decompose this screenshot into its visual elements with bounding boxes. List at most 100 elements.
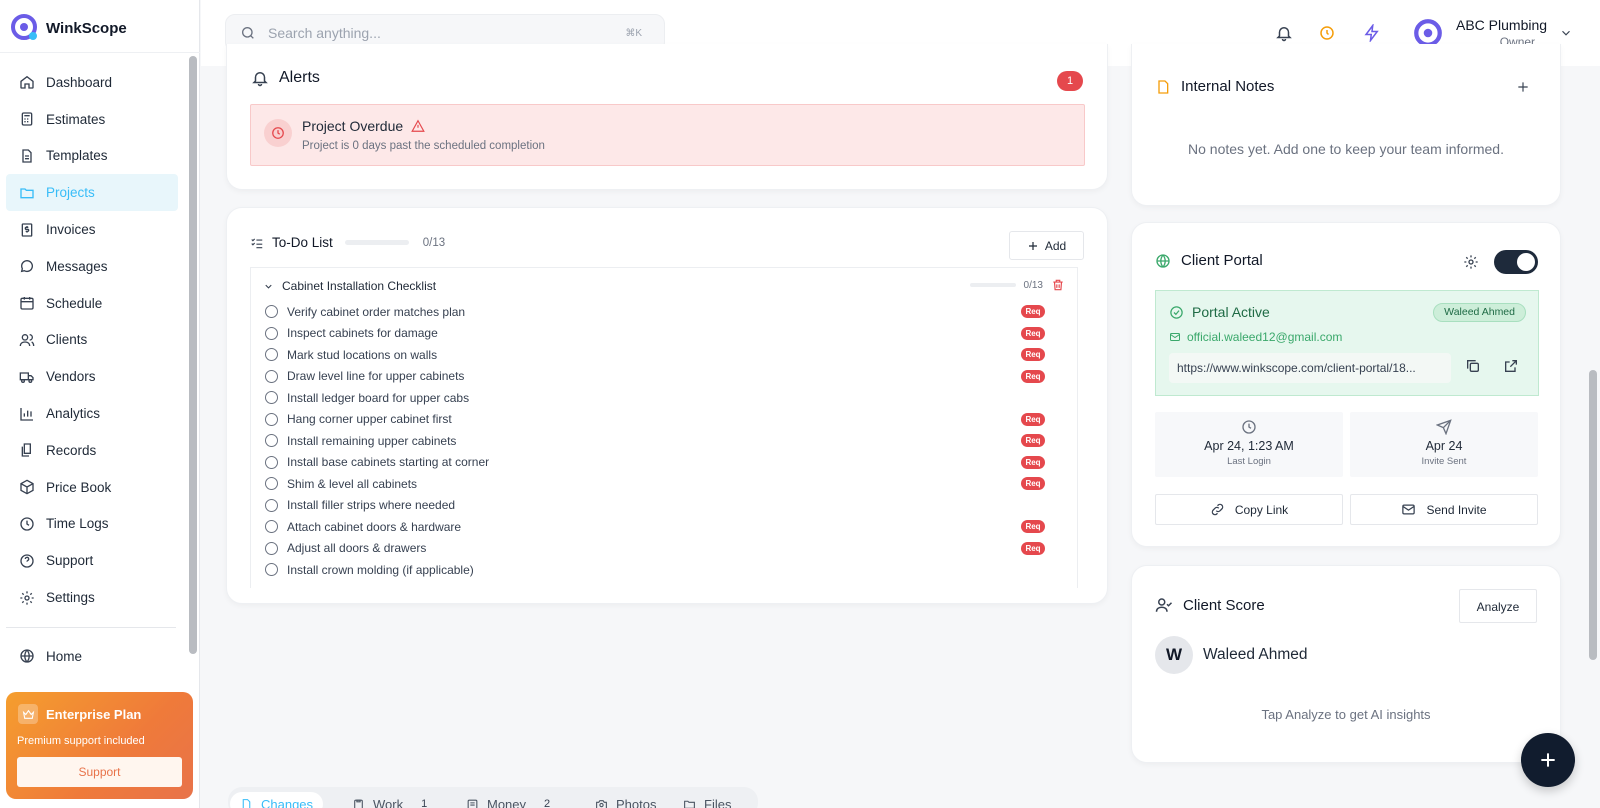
note-icon (1155, 79, 1171, 95)
task-item[interactable]: Verify cabinet order matches plan Req (265, 301, 1045, 323)
sidebar-scrollbar[interactable] (189, 56, 197, 654)
globe-icon (18, 647, 36, 665)
external-link-icon[interactable] (1503, 358, 1521, 376)
sidebar-item-invoices[interactable]: Invoices (6, 211, 178, 248)
score-header: Client Score (1155, 596, 1265, 614)
todo-title: To-Do List (272, 235, 333, 250)
document-icon (240, 798, 253, 808)
invite-sent-stat: Apr 24 Invite Sent (1350, 412, 1538, 477)
task-item[interactable]: Install filler strips where needed (265, 495, 1045, 517)
add-note-icon[interactable] (1516, 80, 1530, 94)
task-item[interactable]: Install base cabinets starting at corner… (265, 452, 1045, 474)
clock-icon (1241, 419, 1257, 435)
alerts-header: Alerts (251, 69, 320, 87)
last-login-value: Apr 24, 1:23 AM (1204, 439, 1294, 453)
analyze-button[interactable]: Analyze (1459, 589, 1537, 623)
sidebar-item-records[interactable]: Records (6, 432, 178, 469)
search-input[interactable] (268, 25, 608, 41)
task-checkbox[interactable] (265, 326, 278, 340)
bar-chart-icon (18, 405, 36, 423)
sidebar-item-templates[interactable]: Templates (6, 138, 178, 175)
send-invite-button[interactable]: Send Invite (1350, 494, 1538, 525)
sidebar-item-clients[interactable]: Clients (6, 322, 178, 359)
checklist-header[interactable]: Cabinet Installation Checklist (263, 279, 436, 293)
task-item[interactable]: Mark stud locations on walls Req (265, 344, 1045, 366)
add-todo-button[interactable]: Add (1009, 231, 1084, 260)
list-check-icon (250, 236, 264, 250)
lightning-icon[interactable] (1363, 24, 1381, 42)
clock-icon (18, 515, 36, 533)
sidebar-item-price-book[interactable]: Price Book (6, 469, 178, 506)
sidebar-item-settings[interactable]: Settings (6, 579, 178, 616)
sidebar-item-schedule[interactable]: Schedule (6, 285, 178, 322)
task-checkbox[interactable] (265, 305, 278, 319)
task-checkbox[interactable] (265, 498, 278, 512)
task-item[interactable]: Adjust all doors & drawers Req (265, 538, 1045, 560)
plan-name: Enterprise Plan (46, 706, 142, 722)
chevron-down-icon[interactable] (263, 281, 274, 292)
task-checkbox[interactable] (265, 520, 278, 534)
globe-icon (1155, 253, 1171, 269)
sidebar-item-time-logs[interactable]: Time Logs (6, 506, 178, 543)
sidebar-item-dashboard[interactable]: Dashboard (6, 64, 178, 101)
add-label: Add (1044, 238, 1067, 253)
money-icon (466, 798, 479, 808)
required-badge: Req (1021, 477, 1045, 491)
sidebar-item-home[interactable]: Home (6, 638, 178, 675)
sidebar-item-messages[interactable]: Messages (6, 248, 178, 285)
sidebar-item-estimates[interactable]: Estimates (6, 101, 178, 138)
task-checkbox[interactable] (265, 434, 278, 448)
task-checkbox[interactable] (265, 391, 278, 405)
trash-icon[interactable] (1051, 278, 1065, 292)
score-title: Client Score (1183, 596, 1265, 614)
tab-label: Photos (616, 796, 657, 808)
todo-card: To-Do List 0/13 Add Cabinet Installation… (226, 207, 1108, 604)
tab-files[interactable]: Files (683, 792, 731, 808)
sidebar-item-vendors[interactable]: Vendors (6, 358, 178, 395)
checklist-progress-bar (969, 283, 1016, 287)
task-checkbox[interactable] (265, 369, 278, 383)
tab-money[interactable]: Money 2 (466, 792, 550, 808)
task-item[interactable]: Hang corner upper cabinet first Req (265, 409, 1045, 431)
plan-support-button[interactable]: Support (17, 757, 182, 787)
tab-changes[interactable]: Changes (230, 792, 324, 808)
task-item[interactable]: Install ledger board for upper cabs (265, 387, 1045, 409)
alert-item[interactable]: Project Overdue Project is 0 days past t… (250, 104, 1085, 166)
portal-toggle[interactable] (1494, 250, 1538, 274)
task-item[interactable]: Attach cabinet doors & hardware Req (265, 516, 1045, 538)
alerts-title: Alerts (279, 69, 320, 86)
user-check-icon (1155, 596, 1173, 614)
task-checkbox[interactable] (265, 477, 278, 491)
gear-icon[interactable] (1463, 254, 1479, 270)
task-item[interactable]: Install remaining upper cabinets Req (265, 430, 1045, 452)
truck-icon (18, 368, 36, 386)
bell-icon[interactable] (1275, 24, 1293, 42)
task-label: Draw level line for upper cabinets (287, 369, 465, 384)
sidebar-home-row[interactable]: Home (6, 638, 178, 675)
required-badge: Req (1021, 434, 1045, 448)
task-item[interactable]: Inspect cabinets for damage Req (265, 323, 1045, 345)
task-checkbox[interactable] (265, 348, 278, 362)
sidebar-item-projects[interactable]: Projects (6, 174, 178, 212)
sidebar-item-analytics[interactable]: Analytics (6, 395, 178, 432)
task-checkbox[interactable] (265, 455, 278, 469)
task-item[interactable]: Draw level line for upper cabinets Req (265, 366, 1045, 388)
task-checkbox[interactable] (265, 412, 278, 426)
task-checkbox[interactable] (265, 563, 278, 577)
timer-icon[interactable] (1318, 24, 1336, 42)
checklist-meta: 0/13 (969, 278, 1065, 292)
main-scrollbar[interactable] (1589, 370, 1597, 660)
copy-icon[interactable] (1465, 358, 1483, 376)
portal-url-field[interactable]: https://www.winkscope.com/client-portal/… (1169, 353, 1451, 383)
task-item[interactable]: Shim & level all cabinets Req (265, 473, 1045, 495)
sidebar-item-support[interactable]: Support (6, 542, 178, 579)
copy-link-button[interactable]: Copy Link (1155, 494, 1343, 525)
tab-photos[interactable]: Photos (595, 792, 656, 808)
task-checkbox[interactable] (265, 541, 278, 555)
package-icon (18, 478, 36, 496)
sidebar-item-label: Vendors (46, 369, 96, 385)
task-item[interactable]: Install crown molding (if applicable) (265, 559, 1045, 581)
add-fab-button[interactable] (1521, 733, 1575, 787)
brand[interactable]: WinkScope (10, 12, 127, 44)
tab-work[interactable]: Work 1 (352, 792, 427, 808)
